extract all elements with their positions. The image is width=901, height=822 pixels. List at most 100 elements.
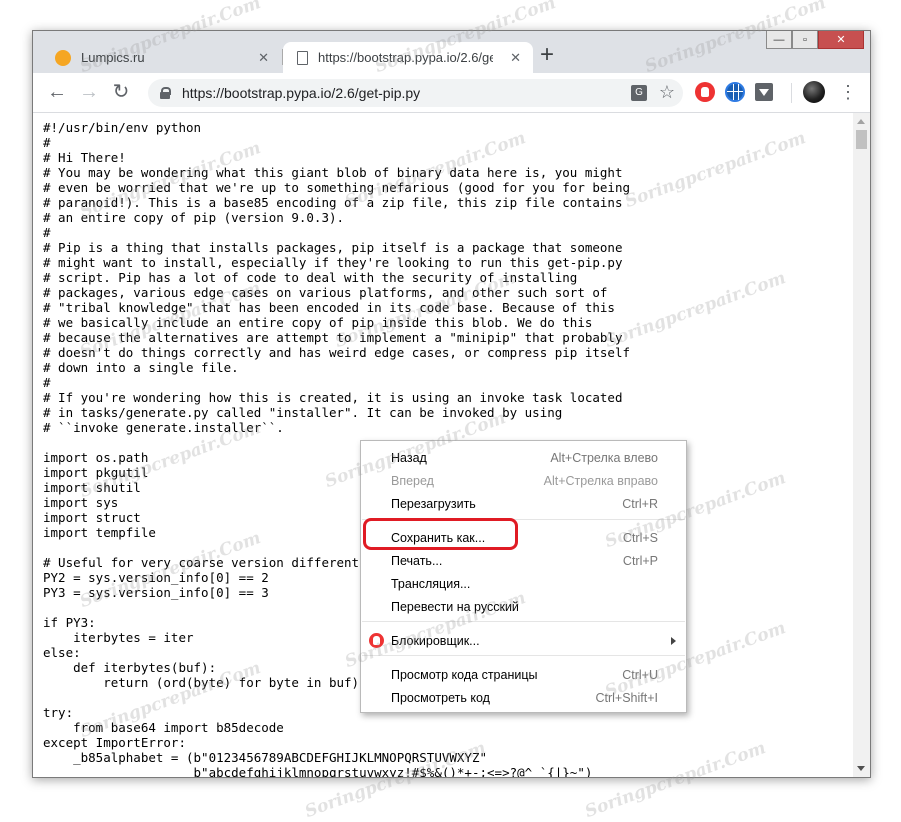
code-line: #: [43, 375, 51, 390]
menu-item-shortcut: Alt+Стрелка вправо: [543, 474, 658, 488]
code-line: # If you're wondering how this is create…: [43, 390, 623, 405]
menu-item-label: Перезагрузить: [391, 497, 476, 511]
code-line: except ImportError:: [43, 735, 186, 750]
code-line: # might want to install, especially if t…: [43, 255, 623, 270]
window-close-button[interactable]: ✕: [818, 31, 864, 49]
toolbar: ← → ↻ https://bootstrap.pypa.io/2.6/get-…: [33, 73, 870, 113]
star-icon[interactable]: ☆: [659, 82, 675, 103]
context-menu-item[interactable]: Вперед Alt+Стрелка вправо: [361, 470, 684, 492]
context-menu-item[interactable]: Просмотр кода страницы Ctrl+U: [361, 664, 684, 686]
context-menu-item[interactable]: Печать... Ctrl+P: [361, 550, 684, 572]
adblock-extension-icon[interactable]: [695, 82, 715, 102]
context-menu-item[interactable]: Блокировщик...: [361, 630, 684, 652]
profile-avatar[interactable]: [803, 81, 825, 103]
menu-item-label: Назад: [391, 451, 427, 465]
code-line: return (ord(byte) for byte in buf): [43, 675, 360, 690]
code-line: # Useful for very coarse version differe…: [43, 555, 375, 570]
menu-item-shortcut: Ctrl+U: [622, 668, 658, 682]
code-line: # packages, various edge cases on variou…: [43, 285, 608, 300]
menu-item-label: Просмотр кода страницы: [391, 668, 538, 682]
close-icon[interactable]: ✕: [258, 51, 269, 64]
more-menu-icon[interactable]: ⋮: [838, 81, 858, 105]
code-line: #: [43, 135, 51, 150]
code-line: PY2 = sys.version_info[0] == 2: [43, 570, 269, 585]
menu-item-shortcut: Alt+Стрелка влево: [550, 451, 658, 465]
code-line: from base64 import b85decode: [43, 720, 284, 735]
code-line: import tempfile: [43, 525, 156, 540]
code-line: import struct: [43, 510, 141, 525]
code-line: # ``invoke generate.installer``.: [43, 420, 284, 435]
page-icon: [297, 50, 308, 65]
menu-item-label: Перевести на русский: [391, 600, 519, 614]
minimize-button[interactable]: —: [766, 31, 792, 49]
tab-get-pip[interactable]: https://bootstrap.pypa.io/2.6/get-pip.py…: [283, 42, 533, 73]
code-line: # we basically include an entire copy of…: [43, 315, 593, 330]
menu-item-shortcut: Ctrl+Shift+I: [595, 691, 658, 705]
code-line: # because the alternatives are attempt t…: [43, 330, 623, 345]
address-bar[interactable]: https://bootstrap.pypa.io/2.6/get-pip.py…: [148, 79, 683, 107]
scroll-thumb[interactable]: [856, 130, 867, 149]
url-text[interactable]: https://bootstrap.pypa.io/2.6/get-pip.py: [182, 85, 420, 101]
maximize-button[interactable]: ▫: [792, 31, 818, 49]
code-line: # down into a single file.: [43, 360, 239, 375]
menu-item-label: Печать...: [391, 554, 443, 568]
code-line: # script. Pip has a lot of code to deal …: [43, 270, 578, 285]
code-line: #!/usr/bin/env python: [43, 120, 202, 135]
code-line: # You may be wondering what this giant b…: [43, 165, 623, 180]
context-menu-item[interactable]: Просмотреть код Ctrl+Shift+I: [361, 687, 684, 709]
code-line: # Pip is a thing that installs packages,…: [43, 240, 623, 255]
tab-title: https://bootstrap.pypa.io/2.6/get-pip.py: [318, 50, 493, 65]
scroll-up-icon[interactable]: [857, 119, 865, 124]
menu-item-label: Трансляция...: [391, 577, 471, 591]
menu-item-shortcut: Ctrl+P: [622, 554, 658, 568]
reload-button[interactable]: ↻: [109, 81, 133, 105]
code-line: try:: [43, 705, 74, 720]
save-as-highlight: [363, 518, 518, 550]
translate-icon[interactable]: G: [631, 85, 647, 101]
scroll-down-icon[interactable]: [857, 766, 865, 771]
context-menu-item[interactable]: Назад Alt+Стрелка влево: [361, 447, 684, 469]
code-line: PY3 = sys.version_info[0] == 3: [43, 585, 269, 600]
tab-strip: Lumpics.ru ✕ https://bootstrap.pypa.io/2…: [33, 31, 870, 73]
code-line: # an entire copy of pip (version 9.0.3).: [43, 210, 345, 225]
menu-item-label: Блокировщик...: [391, 634, 480, 648]
code-line: import pkgutil: [43, 465, 149, 480]
code-line: import shutil: [43, 480, 141, 495]
context-menu-item[interactable]: Трансляция...: [361, 573, 684, 595]
code-line: b"abcdefghijklmnopqrstuvwxyz!#$%&()*+-;<…: [43, 765, 593, 777]
code-line: # doesn't do things correctly and has we…: [43, 345, 630, 360]
code-line: iterbytes = iter: [43, 630, 194, 645]
code-line: _b85alphabet = (b"0123456789ABCDEFGHIJKL…: [43, 750, 488, 765]
menu-item-label: Просмотреть код: [391, 691, 490, 705]
code-line: import os.path: [43, 450, 149, 465]
submenu-arrow-icon: [671, 637, 676, 645]
menu-separator: [362, 655, 685, 656]
tab-lumpics[interactable]: Lumpics.ru ✕: [41, 42, 281, 73]
download-extension-icon[interactable]: [755, 83, 773, 101]
adblock-icon: [369, 633, 384, 648]
lock-icon[interactable]: [160, 87, 171, 99]
forward-button[interactable]: →: [77, 81, 101, 105]
scrollbar[interactable]: [853, 113, 870, 777]
menu-separator: [362, 621, 685, 622]
toolbar-divider: [791, 83, 792, 103]
context-menu-item[interactable]: Перевести на русский: [361, 596, 684, 618]
code-line: if PY3:: [43, 615, 96, 630]
new-tab-button[interactable]: +: [535, 43, 559, 67]
code-line: def iterbytes(buf):: [43, 660, 217, 675]
code-line: # even be worried that we're up to somet…: [43, 180, 630, 195]
code-line: else:: [43, 645, 81, 660]
code-line: # in tasks/generate.py called "installer…: [43, 405, 563, 420]
code-line: # "tribal knowledge" that has been encod…: [43, 300, 615, 315]
context-menu: Назад Alt+Стрелка влево Вперед Alt+Стрелка …: [360, 440, 687, 713]
orange-circle-icon: [55, 49, 71, 66]
context-menu-item[interactable]: Перезагрузить Ctrl+R: [361, 493, 684, 515]
code-line: # Hi There!: [43, 150, 126, 165]
window-controls: — ▫ ✕: [766, 31, 864, 49]
close-icon[interactable]: ✕: [510, 51, 521, 64]
back-button[interactable]: ←: [45, 81, 69, 105]
menu-item-shortcut: Ctrl+R: [622, 497, 658, 511]
code-line: import sys: [43, 495, 119, 510]
code-line: #: [43, 225, 51, 240]
globe-extension-icon[interactable]: [725, 82, 745, 102]
